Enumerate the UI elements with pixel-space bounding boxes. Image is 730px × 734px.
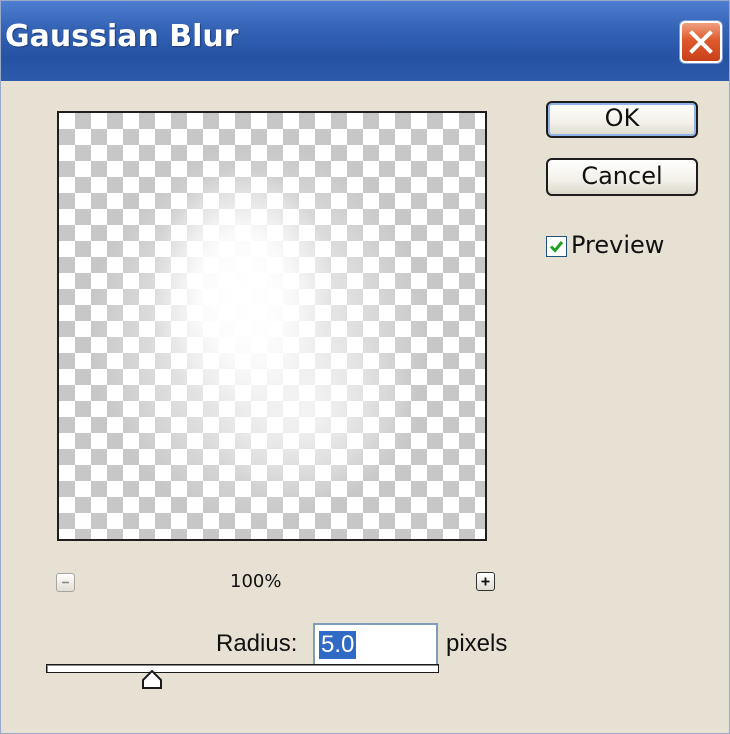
minus-icon xyxy=(62,581,69,584)
radius-input[interactable]: 5.0 xyxy=(313,623,438,668)
zoom-out-button[interactable] xyxy=(56,573,75,592)
plus-icon xyxy=(481,577,490,586)
close-button[interactable] xyxy=(680,21,722,63)
preview-label[interactable]: Preview xyxy=(571,231,664,259)
zoom-in-button[interactable] xyxy=(476,572,495,591)
radius-value: 5.0 xyxy=(319,631,357,659)
blurred-preview-image xyxy=(59,113,485,539)
title-bar[interactable]: Gaussian Blur xyxy=(1,1,729,81)
radius-unit-label: pixels xyxy=(446,630,508,657)
ok-button[interactable]: OK xyxy=(546,101,698,138)
close-icon xyxy=(689,30,713,54)
radius-slider-track[interactable] xyxy=(46,664,439,673)
dialog-title: Gaussian Blur xyxy=(5,19,239,54)
gaussian-blur-dialog: Gaussian Blur OK Cancel Preview 100% Rad… xyxy=(0,0,730,734)
radius-label: Radius: xyxy=(216,630,298,657)
radius-slider-thumb[interactable] xyxy=(141,670,163,690)
cancel-button[interactable]: Cancel xyxy=(546,158,698,196)
zoom-level: 100% xyxy=(230,571,282,592)
preview-checkbox[interactable] xyxy=(546,236,567,257)
checkmark-icon xyxy=(549,241,564,253)
preview-canvas[interactable] xyxy=(57,111,487,541)
